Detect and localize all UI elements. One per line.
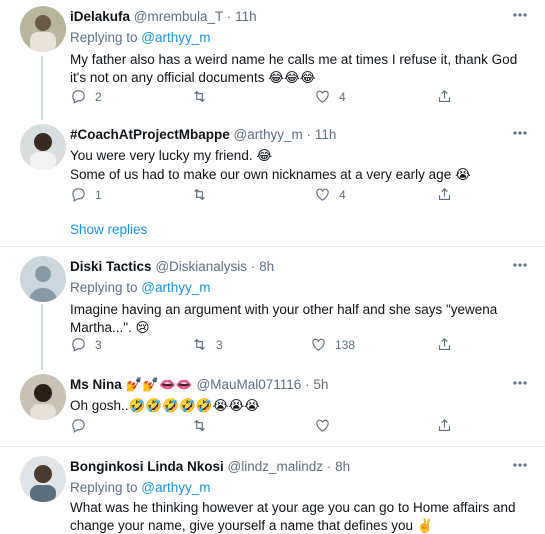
reply-button[interactable]: 2 <box>70 88 102 105</box>
separator: · <box>326 459 332 474</box>
separator: · <box>306 127 312 142</box>
like-count: 138 <box>335 337 356 352</box>
share-icon <box>438 188 451 201</box>
avatar[interactable] <box>20 456 66 502</box>
tweet-text-line: it's not on any official documents 😂😂😂 <box>70 70 316 85</box>
reply-count: 1 <box>95 187 102 202</box>
more-icon[interactable] <box>511 376 529 390</box>
more-icon[interactable] <box>511 258 529 272</box>
reply-count: 3 <box>95 337 102 352</box>
tweet-text-line: Oh gosh..🤣🤣🤣🤣🤣😭😭😭 <box>70 398 260 413</box>
like-button[interactable]: 4 <box>314 186 346 203</box>
replying-handle[interactable]: @arthyy_m <box>141 280 210 295</box>
replying-label: Replying to <box>70 480 142 495</box>
show-replies-link[interactable]: Show replies <box>70 222 147 237</box>
timestamp[interactable]: 8h <box>259 259 274 274</box>
retweet-icon <box>194 90 205 103</box>
author-handle[interactable]: @arthyy_m <box>234 127 303 142</box>
more-icon[interactable] <box>511 8 529 22</box>
author-handle[interactable]: @Diskianalysis <box>155 259 247 274</box>
reply-icon <box>72 419 85 433</box>
author-name[interactable]: iDelakufa <box>70 9 130 24</box>
author-name[interactable]: #CoachAtProjectMbappe <box>70 127 230 142</box>
author-name[interactable]: Bonginkosi Linda Nkosi <box>70 459 224 474</box>
separator: · <box>305 377 310 392</box>
retweet-icon <box>194 188 205 201</box>
author-handle[interactable]: @lindz_malindz <box>228 459 324 474</box>
tweet-text-line: My father also has a weird name he calls… <box>70 52 518 67</box>
reply-button[interactable]: 1 <box>70 186 102 203</box>
replying-label: Replying to <box>70 280 142 295</box>
reply-count: 2 <box>95 89 102 104</box>
separator: · <box>250 259 256 274</box>
like-count: 4 <box>339 187 346 202</box>
heart-icon <box>316 419 329 432</box>
timestamp[interactable]: 5h <box>313 377 328 392</box>
reply-icon <box>72 338 85 352</box>
more-icon[interactable] <box>511 458 529 472</box>
tweet-text-line: change your name, give yourself a name t… <box>70 518 434 533</box>
tweet-text-line: What was he thinking however at your age… <box>70 500 516 515</box>
avatar[interactable] <box>20 124 66 170</box>
share-icon <box>438 338 451 351</box>
replying-handle[interactable]: @arthyy_m <box>141 480 210 495</box>
share-button[interactable] <box>436 417 453 434</box>
heart-icon <box>316 90 329 103</box>
avatar[interactable] <box>20 6 66 52</box>
replying-label: Replying to <box>70 30 142 45</box>
reply-icon <box>72 188 85 202</box>
like-button[interactable] <box>314 417 331 434</box>
avatar[interactable] <box>20 374 66 420</box>
reply-icon <box>72 90 85 104</box>
divider <box>0 246 545 247</box>
heart-icon <box>312 338 325 351</box>
retweet-button[interactable] <box>191 417 208 434</box>
tweet-text-line: You were very lucky my friend. 😂 <box>70 148 273 163</box>
replying-handle[interactable]: @arthyy_m <box>141 30 210 45</box>
reply-button[interactable] <box>70 417 87 434</box>
like-button[interactable]: 138 <box>310 336 355 353</box>
share-icon <box>438 90 451 103</box>
thread-connector <box>41 304 43 370</box>
tweet-text-line: Imagine having an argument with your oth… <box>70 302 498 317</box>
reply-button[interactable]: 3 <box>70 336 102 353</box>
author-handle[interactable]: @mrembula_T <box>134 9 223 24</box>
retweet-button[interactable] <box>191 186 208 203</box>
retweet-count: 3 <box>216 337 223 352</box>
like-button[interactable]: 4 <box>314 88 346 105</box>
share-button[interactable] <box>436 186 453 203</box>
retweet-button[interactable] <box>191 88 208 105</box>
more-icon[interactable] <box>511 126 529 140</box>
tweet-text-line: Martha...". 😢 <box>70 320 150 335</box>
divider <box>0 446 545 447</box>
timestamp[interactable]: 11h <box>235 9 257 24</box>
retweet-icon <box>194 338 205 351</box>
share-icon <box>438 419 451 432</box>
avatar[interactable] <box>20 256 66 302</box>
author-name[interactable]: Diski Tactics <box>70 259 152 274</box>
heart-icon <box>316 188 329 201</box>
like-count: 4 <box>339 89 346 104</box>
share-button[interactable] <box>436 336 453 353</box>
author-name[interactable]: Ms Nina 💅💅👄👄 <box>70 377 193 392</box>
timestamp[interactable]: 8h <box>335 459 350 474</box>
retweet-icon <box>194 419 205 432</box>
share-button[interactable] <box>436 88 453 105</box>
author-handle[interactable]: @MauMal071116 <box>197 377 302 392</box>
tweet-text-line: Some of us had to make our own nicknames… <box>70 167 471 182</box>
timestamp[interactable]: 11h <box>315 127 337 142</box>
thread-connector <box>41 56 43 120</box>
retweet-button[interactable]: 3 <box>191 336 223 353</box>
separator: · <box>226 9 232 24</box>
